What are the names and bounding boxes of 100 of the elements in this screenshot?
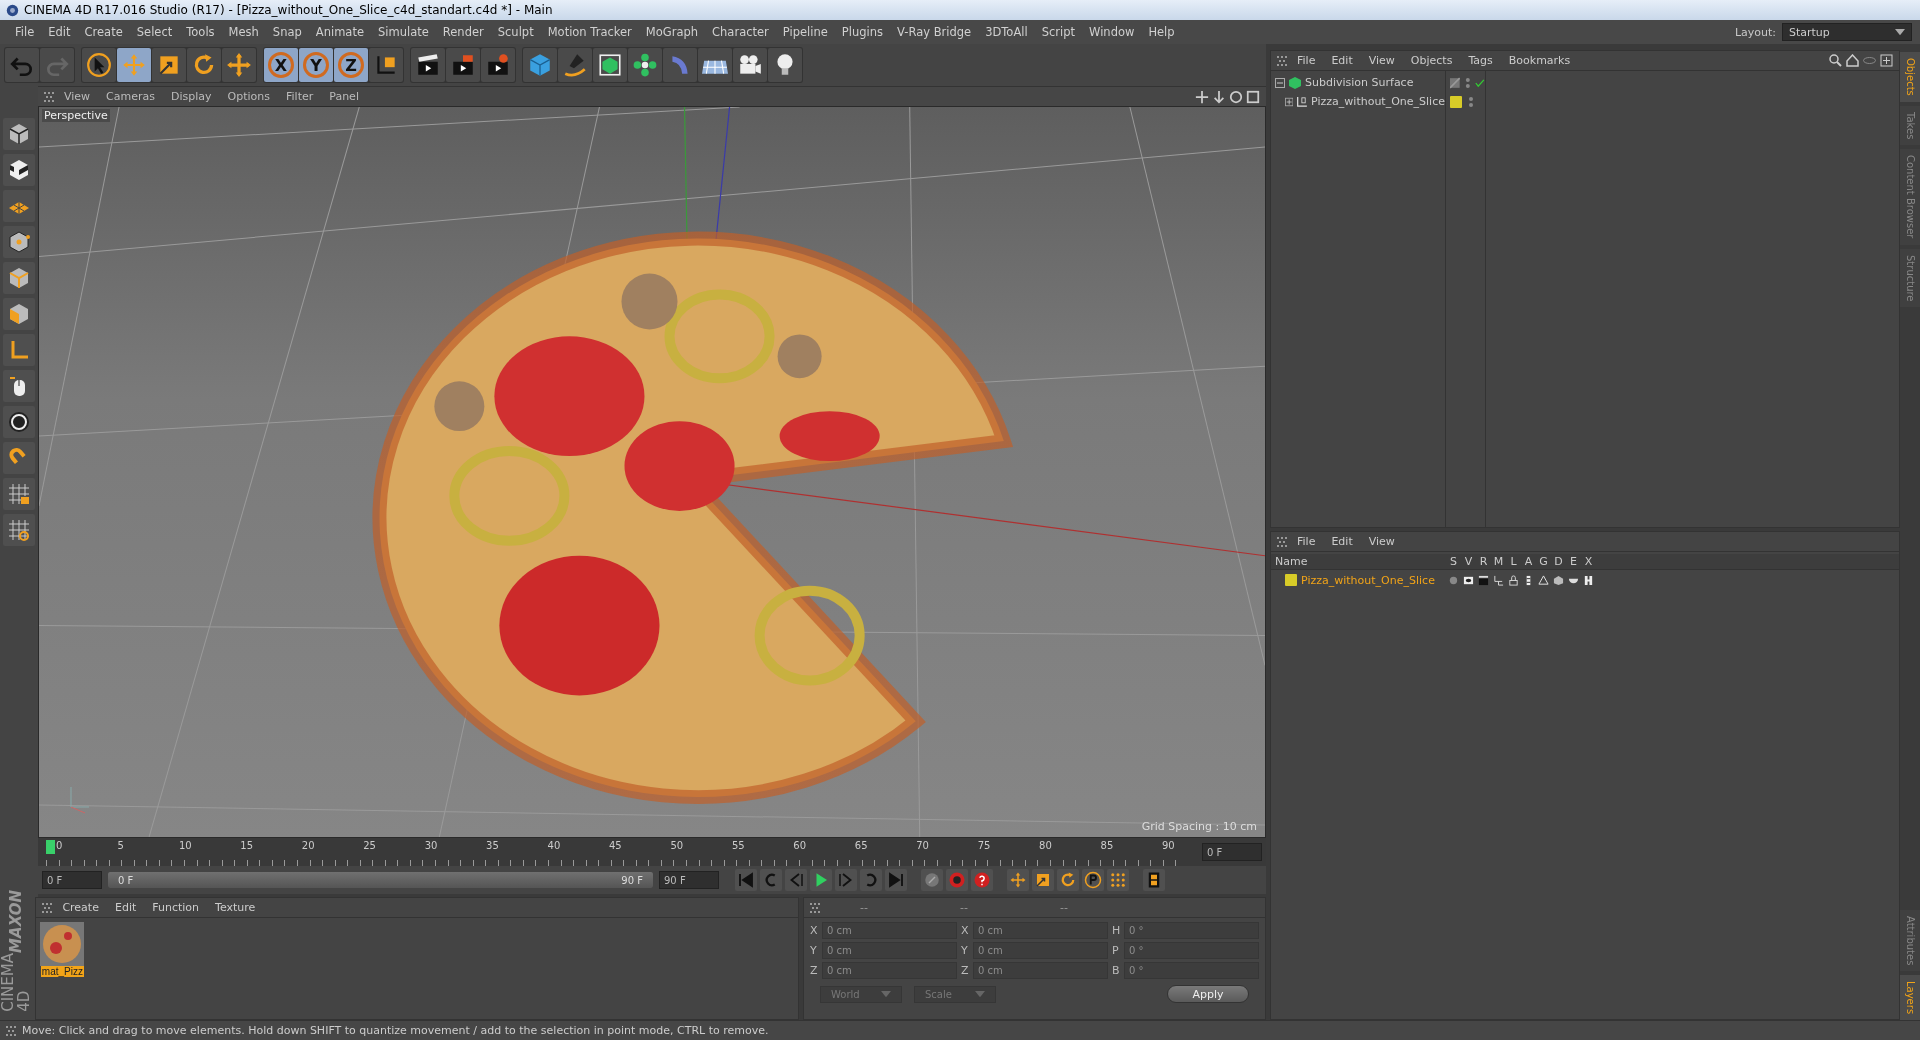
menu-item[interactable]: Texture — [209, 901, 262, 914]
end-frame-field[interactable]: 90 F — [659, 871, 719, 889]
menu-item[interactable]: Create — [77, 23, 130, 41]
menu-item[interactable]: Edit — [41, 23, 78, 41]
menu-item[interactable]: Mesh — [221, 23, 266, 41]
menu-item[interactable]: Script — [1034, 23, 1083, 41]
3d-viewport[interactable]: Perspective Grid Spacing : 10 cm — [38, 106, 1266, 838]
pen-button[interactable] — [558, 48, 592, 82]
layer-name[interactable]: Pizza_without_One_Slice — [1301, 573, 1435, 587]
record-button[interactable] — [946, 869, 968, 891]
floor-button[interactable] — [698, 48, 732, 82]
home-icon — [1846, 54, 1859, 67]
menu-item[interactable]: Panel — [323, 90, 365, 103]
menu-item[interactable]: 3DToAll — [978, 23, 1035, 41]
menu-item[interactable]: Character — [705, 23, 776, 41]
play-button[interactable] — [810, 869, 832, 891]
coordinate-field[interactable]: 0 cm — [822, 922, 957, 939]
array-button[interactable] — [628, 48, 662, 82]
menu-item[interactable]: File — [1291, 54, 1322, 67]
render-button[interactable] — [446, 48, 480, 82]
menu-item[interactable]: Tags — [1462, 54, 1499, 67]
menu-item[interactable]: Render — [435, 23, 491, 41]
dots-button[interactable] — [1107, 869, 1129, 891]
rotate-button[interactable] — [187, 48, 221, 82]
coordinate-field[interactable]: 0 cm — [822, 942, 957, 959]
move-button[interactable] — [1007, 869, 1029, 891]
motion-button[interactable] — [921, 869, 943, 891]
menu-item[interactable]: Cameras — [100, 90, 161, 103]
coordinate-field[interactable]: 0 ° — [1124, 942, 1259, 959]
undo-button[interactable] — [5, 48, 39, 82]
menu-item[interactable]: Filter — [280, 90, 320, 103]
coordinate-field[interactable]: 0 cm — [973, 962, 1108, 979]
coordinate-field[interactable]: 0 ° — [1124, 962, 1259, 979]
next-frame-button[interactable] — [835, 869, 857, 891]
camera-button[interactable] — [733, 48, 767, 82]
menu-item[interactable]: View — [1362, 54, 1401, 67]
coordinate-field[interactable]: 0 cm — [973, 942, 1108, 959]
transform-button[interactable] — [222, 48, 256, 82]
mode-button[interactable] — [3, 154, 35, 186]
last-button[interactable] — [885, 869, 907, 891]
first-button[interactable] — [735, 869, 757, 891]
object-name[interactable]: Pizza_without_One_Slice — [1311, 95, 1445, 108]
coordinate-field[interactable]: 0 cm — [822, 962, 957, 979]
menu-item[interactable]: Plugins — [834, 23, 891, 41]
side-tab[interactable]: Objects — [1900, 52, 1920, 102]
frame-range-slider[interactable]: 0 F 90 F — [108, 872, 653, 888]
current-frame-field[interactable]: 0 F — [1202, 843, 1262, 861]
light-button[interactable] — [768, 48, 802, 82]
mode-button[interactable] — [3, 226, 35, 258]
menu-item[interactable]: Display — [165, 90, 218, 103]
rotate-button[interactable] — [1057, 869, 1079, 891]
render-view-button[interactable] — [411, 48, 445, 82]
axis-lock-button[interactable]: Y — [299, 48, 333, 82]
scale-button[interactable] — [152, 48, 186, 82]
cursor-button[interactable] — [82, 48, 116, 82]
coordinate-field[interactable]: 0 cm — [973, 922, 1108, 939]
menu-item[interactable]: Window — [1082, 23, 1142, 41]
menu-item[interactable]: Objects — [1404, 54, 1459, 67]
param-button[interactable] — [1082, 869, 1104, 891]
menu-item[interactable]: Select — [129, 23, 180, 41]
next-key-button[interactable] — [860, 869, 882, 891]
menu-item[interactable]: File — [8, 23, 42, 41]
menu-item[interactable]: Tools — [179, 23, 222, 41]
menu-item[interactable]: View — [1362, 535, 1401, 548]
apply-button[interactable]: Apply — [1167, 985, 1249, 1003]
menu-item[interactable]: Help — [1141, 23, 1182, 41]
menu-item[interactable]: Motion Tracker — [540, 23, 639, 41]
prev-frame-button[interactable] — [785, 869, 807, 891]
layout-dropdown[interactable]: Startup — [1782, 23, 1912, 41]
menu-item[interactable]: Simulate — [371, 23, 436, 41]
start-frame-field[interactable]: 0 F — [42, 871, 102, 889]
coordinate-field[interactable]: 0 ° — [1124, 922, 1259, 939]
mode-button[interactable] — [3, 406, 35, 438]
object-name[interactable]: Subdivision Surface — [1305, 76, 1414, 89]
menu-item[interactable]: MoGraph — [638, 23, 706, 41]
menu-item[interactable]: Animate — [308, 23, 371, 41]
side-tab[interactable]: Layers — [1900, 974, 1920, 1020]
menu-item[interactable]: Create — [56, 901, 105, 914]
subdiv-button[interactable] — [593, 48, 627, 82]
menu-item[interactable]: File — [1291, 535, 1322, 548]
menu-item[interactable]: Options — [221, 90, 276, 103]
menu-item[interactable]: Edit — [108, 901, 143, 914]
axis-lock-button[interactable]: Z — [334, 48, 368, 82]
menu-item[interactable]: Edit — [1325, 535, 1359, 548]
prev-key-button[interactable] — [760, 869, 782, 891]
menu-item[interactable]: View — [58, 90, 97, 103]
menu-item[interactable]: V-Ray Bridge — [890, 23, 979, 41]
help-button[interactable] — [971, 869, 993, 891]
menu-item[interactable]: Snap — [265, 23, 309, 41]
menu-item[interactable]: Sculpt — [490, 23, 541, 41]
axis-lock-button[interactable]: X — [264, 48, 298, 82]
menu-item[interactable]: Function — [146, 901, 206, 914]
film-button[interactable] — [1143, 869, 1165, 891]
menu-item[interactable]: Bookmarks — [1502, 54, 1577, 67]
scale-button[interactable] — [1032, 869, 1054, 891]
menu-item[interactable]: Edit — [1325, 54, 1359, 67]
mode-button[interactable] — [3, 370, 35, 402]
render-settings-button[interactable] — [481, 48, 515, 82]
coords-button[interactable] — [369, 48, 403, 82]
menu-item[interactable]: Pipeline — [775, 23, 835, 41]
